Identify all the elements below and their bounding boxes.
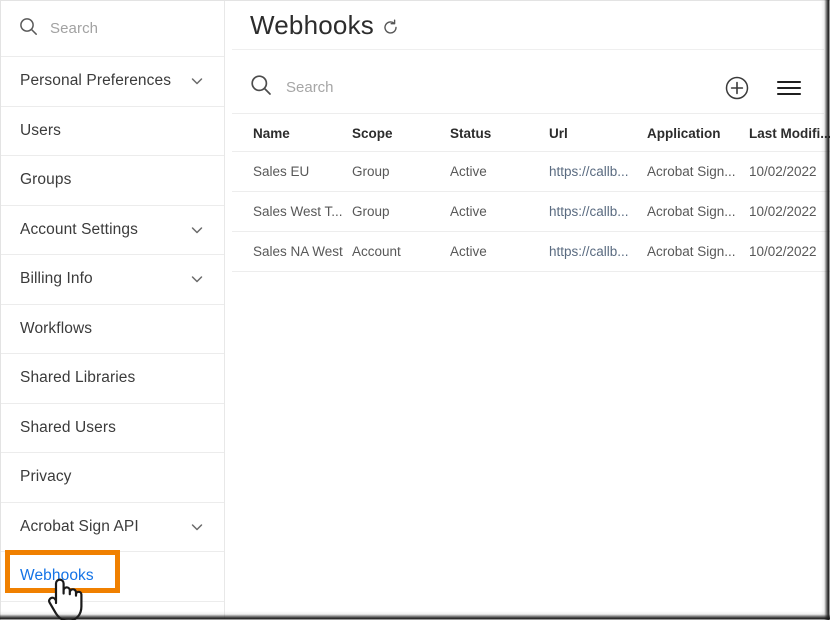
column-header-name[interactable]: Name: [232, 114, 352, 152]
webhooks-table: Name Scope Status Url Application Last M…: [232, 114, 830, 272]
hamburger-menu-icon[interactable]: [776, 77, 802, 99]
cell-name: Sales EU: [232, 152, 352, 192]
cell-last-modified: 10/02/2022: [749, 192, 830, 232]
cell-last-modified: 10/02/2022: [749, 232, 830, 272]
webhooks-search-field[interactable]: Search: [250, 74, 698, 101]
page-title: Webhooks: [250, 10, 374, 41]
page-header: Webhooks: [232, 1, 824, 50]
table-header-row: Name Scope Status Url Application Last M…: [232, 114, 830, 152]
sidebar-item-label: Groups: [20, 171, 210, 189]
column-header-last-modified[interactable]: Last Modifi...: [749, 114, 830, 152]
cell-scope: Account: [352, 232, 450, 272]
column-header-scope[interactable]: Scope: [352, 114, 450, 152]
cell-status: Active: [450, 232, 549, 272]
webhooks-search-input[interactable]: Search: [286, 79, 334, 96]
sidebar-item-users[interactable]: Users: [1, 107, 224, 157]
table-row[interactable]: Sales EU Group Active https://callb... A…: [232, 152, 830, 192]
sidebar-item-shared-users[interactable]: Shared Users: [1, 404, 224, 454]
chevron-down-icon[interactable]: [190, 223, 204, 237]
sidebar-item-privacy[interactable]: Privacy: [1, 453, 224, 503]
column-header-url[interactable]: Url: [549, 114, 647, 152]
column-header-application[interactable]: Application: [647, 114, 749, 152]
sidebar-item-label: Users: [20, 122, 210, 140]
sidebar-item-personal-preferences[interactable]: Personal Preferences: [1, 57, 224, 107]
cell-application: Acrobat Sign...: [647, 232, 749, 272]
cell-scope: Group: [352, 152, 450, 192]
sidebar-item-label: Shared Users: [20, 419, 210, 437]
sidebar-item-shared-libraries[interactable]: Shared Libraries: [1, 354, 224, 404]
sidebar-item-billing-info[interactable]: Billing Info: [1, 255, 224, 305]
cell-application: Acrobat Sign...: [647, 192, 749, 232]
settings-sidebar: Search Personal Preferences Users Groups…: [1, 1, 225, 619]
main-content: Webhooks Search: [232, 1, 824, 619]
sidebar-item-label: Webhooks: [20, 567, 210, 585]
cell-url: https://callb...: [549, 232, 647, 272]
search-icon: [19, 17, 38, 41]
window-top-border: [0, 0, 830, 1]
cell-application: Acrobat Sign...: [647, 152, 749, 192]
sidebar-item-label: Privacy: [20, 468, 210, 486]
sidebar-item-label: Personal Preferences: [20, 72, 190, 90]
cell-status: Active: [450, 192, 549, 232]
column-header-status[interactable]: Status: [450, 114, 549, 152]
cell-last-modified: 10/02/2022: [749, 152, 830, 192]
sidebar-item-workflows[interactable]: Workflows: [1, 305, 224, 355]
sidebar-item-label: Account Settings: [20, 221, 190, 239]
sidebar-item-label: Acrobat Sign API: [20, 518, 190, 536]
chevron-down-icon[interactable]: [190, 520, 204, 534]
sidebar-search-input[interactable]: Search: [50, 20, 98, 37]
sidebar-item-label: Shared Libraries: [20, 369, 210, 387]
table-toolbar: Search: [232, 62, 824, 114]
cell-url: https://callb...: [549, 192, 647, 232]
cell-status: Active: [450, 152, 549, 192]
sidebar-item-acrobat-sign-api[interactable]: Acrobat Sign API: [1, 503, 224, 553]
sidebar-item-label: Workflows: [20, 320, 210, 338]
cell-name: Sales West T...: [232, 192, 352, 232]
search-icon: [250, 74, 272, 101]
chevron-down-icon[interactable]: [190, 74, 204, 88]
sidebar-item-account-settings[interactable]: Account Settings: [1, 206, 224, 256]
sidebar-item-groups[interactable]: Groups: [1, 156, 224, 206]
app-window: Search Personal Preferences Users Groups…: [0, 0, 830, 620]
cell-name: Sales NA West: [232, 232, 352, 272]
window-left-border: [0, 0, 1, 620]
cell-scope: Group: [352, 192, 450, 232]
table-row[interactable]: Sales West T... Group Active https://cal…: [232, 192, 830, 232]
sidebar-item-label: Billing Info: [20, 270, 190, 288]
sidebar-item-webhooks[interactable]: Webhooks: [1, 552, 224, 602]
chevron-down-icon[interactable]: [190, 272, 204, 286]
sidebar-search-row[interactable]: Search: [1, 1, 224, 57]
plus-circle-icon[interactable]: [724, 75, 750, 101]
refresh-icon[interactable]: [382, 15, 399, 36]
cell-url: https://callb...: [549, 152, 647, 192]
table-row[interactable]: Sales NA West Account Active https://cal…: [232, 232, 830, 272]
